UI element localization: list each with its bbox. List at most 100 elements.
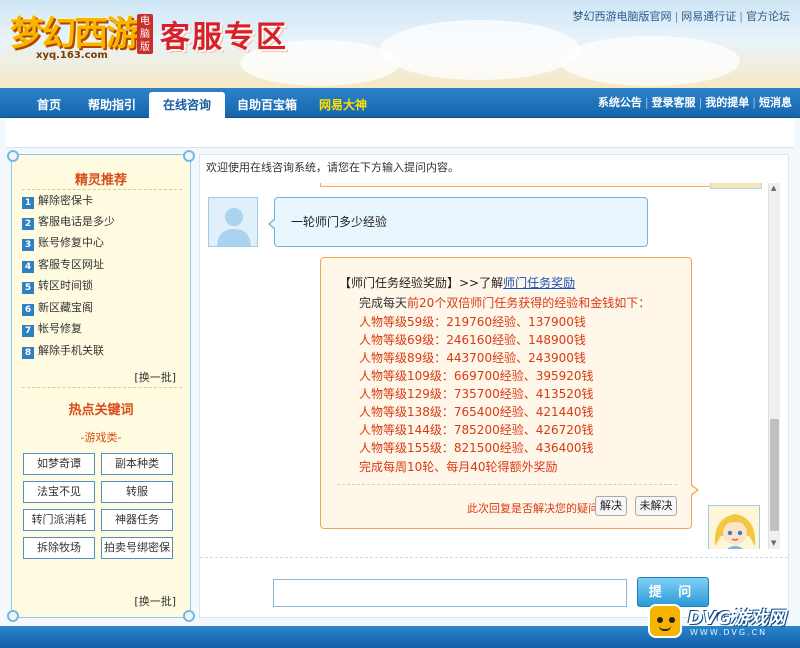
faq-item[interactable]: 3 账号修复中心	[22, 233, 104, 253]
keyword-button[interactable]: 转门派消耗	[23, 509, 95, 531]
previous-answer-bubble	[320, 183, 760, 187]
official-site-link[interactable]: 梦幻西游电脑版官网	[573, 10, 672, 23]
user-message-bubble: 一轮师门多少经验	[268, 197, 648, 247]
answer-row: 人物等级59级：219760经验、137900钱	[359, 315, 586, 329]
faq-item[interactable]: 5 转区时间锁	[22, 276, 93, 296]
keyword-button[interactable]: 神器任务	[101, 509, 173, 531]
corner-ornament	[7, 610, 19, 622]
keyword-button[interactable]: 副本种类	[101, 453, 173, 475]
site-watermark: DVG游戏网 WWW.DVG.CN	[648, 600, 796, 644]
faq-label: 客服专区网址	[38, 258, 104, 271]
login-service-link[interactable]: 登录客服	[652, 96, 696, 109]
nav-netease-dashen[interactable]: 网易大神	[312, 92, 374, 118]
answer-row: 人物等级155级：821500经验、436400钱	[359, 441, 594, 455]
answer-title-link[interactable]: 师门任务奖励	[503, 276, 575, 290]
faq-label: 帐号修复	[38, 322, 82, 335]
sub-nav-bar	[6, 118, 794, 148]
assistant-girl-icon	[714, 514, 756, 549]
cloud-decoration	[560, 36, 740, 86]
faq-label: 新区藏宝阁	[38, 301, 93, 314]
faq-number: 5	[22, 282, 34, 294]
faq-label: 账号修复中心	[38, 236, 104, 249]
nav-home[interactable]: 首页	[26, 92, 72, 118]
divider	[22, 189, 182, 190]
faq-item[interactable]: 2 客服电话是多少	[22, 212, 115, 232]
my-tickets-link[interactable]: 我的提单	[705, 96, 749, 109]
scroll-down-icon[interactable]: ▼	[771, 539, 776, 547]
nav-help-guide[interactable]: 帮助指引	[82, 92, 142, 118]
keyword-button[interactable]: 转服	[101, 481, 173, 503]
zone-title: 客服专区	[160, 20, 288, 55]
corner-ornament	[183, 150, 195, 162]
faq-number: 7	[22, 325, 34, 337]
faq-item[interactable]: 7 帐号修复	[22, 319, 82, 339]
faq-number: 2	[22, 218, 34, 230]
faq-item[interactable]: 8 解除手机关联	[22, 341, 104, 361]
messages-link[interactable]: 短消息	[759, 96, 792, 109]
keywords-swap-button[interactable]: [换一批]	[134, 593, 176, 609]
user-avatar	[208, 197, 258, 247]
resolve-question: 此次回复是否解决您的疑问：	[467, 502, 610, 515]
watermark-sub: WWW.DVG.CN	[690, 628, 768, 637]
top-links: 梦幻西游电脑版官网 | 网易通行证 | 官方论坛	[572, 10, 790, 23]
keyword-button[interactable]: 拆除牧场	[23, 537, 95, 559]
welcome-text: 欢迎使用在线咨询系统，请您在下方输入提问内容。	[206, 161, 459, 174]
divider	[200, 557, 788, 558]
answer-bubble: 【师门任务经验奖励】>>了解师门任务奖励 完成每天前20个双倍师门任务获得的经验…	[320, 257, 699, 529]
answer-row: 人物等级89级：443700经验、243900钱	[359, 351, 586, 365]
chat-log[interactable]: 一轮师门多少经验 【师门任务经验奖励】>>了解师门任务奖励 完成每天前20个双倍…	[200, 183, 780, 549]
faq-number: 3	[22, 239, 34, 251]
answer-row: 人物等级69级：246160经验、148900钱	[359, 333, 586, 347]
faq-item[interactable]: 4 客服专区网址	[22, 255, 104, 275]
keyword-button[interactable]: 如梦奇谭	[23, 453, 95, 475]
faq-number: 1	[22, 197, 34, 209]
faq-swap-button[interactable]: [换一批]	[134, 369, 176, 385]
chat-panel: 欢迎使用在线咨询系统，请您在下方输入提问内容。 一轮师门多少经验 【师门任务经验…	[199, 154, 789, 618]
faq-item[interactable]: 1 解除密保卡	[22, 191, 93, 211]
unresolved-button[interactable]: 未解决	[635, 496, 677, 516]
forum-link[interactable]: 官方论坛	[746, 10, 790, 23]
left-sidebar: 精灵推荐 1 解除密保卡 2 客服电话是多少 3 账号修复中心 4 客服专区网址 5 转区…	[7, 150, 195, 622]
corner-ornament	[183, 610, 195, 622]
answer-intro-b: 前20个双倍师门任务获得的经验和金钱如下：	[407, 296, 651, 310]
scrollbar-thumb[interactable]	[770, 419, 779, 531]
gamepad-face-icon	[648, 604, 682, 638]
answer-title: 【师门任务经验奖励】>>了解师门任务奖励	[339, 274, 575, 291]
faq-label: 解除手机关联	[38, 344, 104, 357]
faq-label: 转区时间锁	[38, 279, 93, 292]
answer-intro-a: 完成每天	[359, 296, 408, 310]
answer-intro: 完成每天前20个双倍师门任务获得的经验和金钱如下：	[359, 294, 650, 311]
logo-domain: xyq.163.com	[36, 50, 108, 61]
scroll-up-icon[interactable]: ▲	[771, 184, 776, 192]
nav-online-consult[interactable]: 在线咨询	[149, 92, 225, 118]
logo-badge: 电脑版	[137, 14, 153, 54]
game-logo[interactable]: 梦幻西游 电脑版 xyq.163.com	[10, 6, 160, 72]
user-silhouette-icon	[217, 208, 251, 246]
answer-row: 人物等级129级：735700经验、413520钱	[359, 387, 594, 401]
resolved-button[interactable]: 解决	[595, 496, 627, 516]
answer-row: 人物等级138级：765400经验、421440钱	[359, 405, 594, 419]
nav-self-service[interactable]: 自助百宝箱	[232, 92, 302, 118]
answer-row: 人物等级144级：785200经验、426720钱	[359, 423, 594, 437]
faq-label: 解除密保卡	[38, 194, 93, 207]
watermark-text: DVG游戏网	[688, 608, 786, 629]
faq-title: 精灵推荐	[74, 173, 127, 188]
main-nav: 首页 帮助指引 在线咨询 自助百宝箱 网易大神 系统公告 | 登录客服 | 我的提单 | 短…	[0, 88, 800, 118]
faq-number: 4	[22, 261, 34, 273]
assistant-avatar	[708, 505, 760, 549]
keyword-button[interactable]: 法宝不见	[23, 481, 95, 503]
chat-scrollbar[interactable]: ▲ ▼	[768, 183, 780, 549]
answer-row: 人物等级109级：669700经验、395920钱	[359, 369, 594, 383]
previous-bot-avatar	[710, 183, 762, 189]
question-input[interactable]	[273, 579, 627, 607]
faq-item[interactable]: 6 新区藏宝阁	[22, 298, 93, 318]
system-notice-link[interactable]: 系统公告	[598, 96, 642, 109]
keyword-button[interactable]: 拍卖号绑密保	[101, 537, 173, 559]
answer-divider	[337, 484, 677, 485]
answer-title-prefix: 【师门任务经验奖励】>>了解	[339, 276, 504, 290]
passport-link[interactable]: 网易通行证	[681, 10, 736, 23]
cloud-decoration	[380, 20, 580, 80]
header-banner: 梦幻西游 电脑版 xyq.163.com 客服专区 梦幻西游电脑版官网 | 网易通行…	[0, 0, 800, 88]
keywords-category: -游戏类-	[80, 431, 122, 444]
divider	[22, 387, 182, 388]
